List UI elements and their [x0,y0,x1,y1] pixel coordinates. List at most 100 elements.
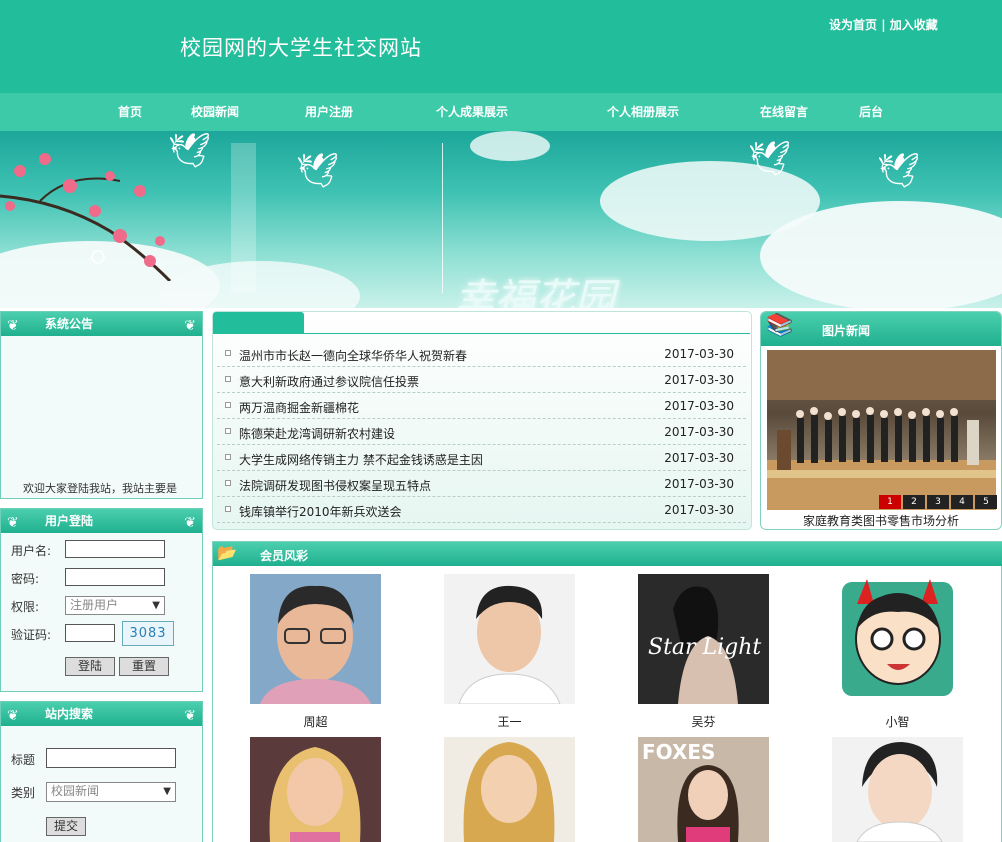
search-header: ❦ 站内搜索 ❦ [1,702,202,726]
news-title[interactable]: 两万温商掘金新疆棉花 [239,399,359,416]
top-links-separator: | [881,18,886,32]
nav-item-register[interactable]: 用户注册 [305,103,353,120]
member-photo[interactable]: FOXES [638,737,769,842]
member-photo[interactable] [444,574,575,704]
role-select[interactable]: 注册用户 ▼ [65,596,165,615]
news-row[interactable]: 温州市市长赵一德向全球华侨华人祝贺新春 2017-03-30 [217,341,746,367]
ornament-icon: ❦ [184,318,196,334]
username-input[interactable] [65,540,165,558]
slide-page-1[interactable]: 1 [879,495,901,509]
dropdown-arrow-icon: ▼ [152,600,160,611]
category-selected-value: 校园新闻 [51,784,100,798]
member-photo[interactable] [250,737,381,842]
captcha-input[interactable] [65,624,115,642]
news-row[interactable]: 陈德荣赴龙湾调研新农村建设 2017-03-30 [217,419,746,445]
picture-news-photo[interactable] [767,350,996,510]
search-title-input[interactable] [46,748,176,768]
news-row[interactable]: 大学生成网络传销主力 禁不起金钱诱惑是主因 2017-03-30 [217,445,746,471]
stage-group-photo [767,350,996,510]
announcement-panel: ❦ 系统公告 ❦ 欢迎大家登陆我站，我站主要是 [0,311,203,499]
news-tab-divider [213,333,750,334]
dove-icon: 🕊 [168,131,212,171]
bullet-icon [225,480,231,486]
members-title: 会员风彩 [260,549,309,563]
news-tab[interactable] [213,312,304,334]
login-button[interactable]: 登陆 [65,657,115,676]
password-input[interactable] [65,568,165,586]
announcement-title: 系统公告 [45,317,94,331]
news-date: 2017-03-30 [664,399,734,413]
header [0,0,1002,93]
member-photo[interactable] [832,574,963,704]
ornament-icon: ❦ [7,708,19,724]
nav-item-admin[interactable]: 后台 [859,103,883,120]
picture-news-caption[interactable]: 家庭教育类图书零售市场分析 [760,512,1002,529]
search-submit-button[interactable]: 提交 [46,817,86,836]
role-label: 权限: [11,600,40,614]
slide-page-3[interactable]: 3 [927,495,949,509]
member-photo[interactable] [832,737,963,842]
login-title: 用户登陆 [45,514,94,528]
nav-item-home[interactable]: 首页 [118,103,142,120]
bullet-icon [225,402,231,408]
add-favorite-link[interactable]: 加入收藏 [890,18,938,32]
news-title[interactable]: 陈德荣赴龙湾调研新农村建设 [239,425,395,442]
member-name[interactable]: 王一 [444,713,575,730]
captcha-label: 验证码: [11,628,52,642]
ornament-icon: ❦ [184,708,196,724]
nav-item-achievements[interactable]: 个人成果展示 [436,103,508,120]
news-date: 2017-03-30 [664,425,734,439]
member-name[interactable]: 小智 [832,713,963,730]
site-title: 校园网的大学生社交网站 [180,36,422,60]
announcement-header: ❦ 系统公告 ❦ [1,312,202,336]
main-nav: 首页 校园新闻 用户注册 个人成果展示 个人相册展示 在线留言 后台 [0,93,1002,131]
password-label: 密码: [11,572,40,586]
slide-page-5[interactable]: 5 [975,495,997,509]
banner-text: 幸福花园 [455,276,615,308]
dove-icon: 🕊 [877,151,921,191]
member-photo-text: Star Light [648,635,761,660]
bullet-icon [225,454,231,460]
news-title[interactable]: 温州市市长赵一德向全球华侨华人祝贺新春 [239,347,467,364]
search-title-label: 标题 [11,753,36,767]
reset-button[interactable]: 重置 [119,657,169,676]
news-date: 2017-03-30 [664,503,734,517]
news-row[interactable]: 法院调研发现图书侵权案呈现五特点 2017-03-30 [217,471,746,497]
member-name[interactable]: 吴芬 [638,713,769,730]
news-date: 2017-03-30 [664,373,734,387]
member-photo[interactable]: Star Light [638,574,769,704]
slide-page-2[interactable]: 2 [903,495,925,509]
news-title[interactable]: 大学生成网络传销主力 禁不起金钱诱惑是主因 [239,451,483,468]
member-photo-text: FOXES [642,740,715,764]
news-title[interactable]: 意大利新政府通过参议院信任投票 [239,373,419,390]
search-title: 站内搜索 [45,707,94,721]
news-title[interactable]: 钱库镇举行2010年新兵欢送会 [239,503,402,520]
set-home-link[interactable]: 设为首页 [829,18,877,32]
username-label: 用户名: [11,544,52,558]
member-photo[interactable] [444,737,575,842]
members-header [213,542,1002,566]
banner: 🕊 🕊 🕊 🕊 幸福花园 [0,131,1002,308]
bullet-icon [225,506,231,512]
news-row[interactable]: 两万温商掘金新疆棉花 2017-03-30 [217,393,746,419]
nav-item-campus-news[interactable]: 校园新闻 [191,103,239,120]
bullet-icon [225,376,231,382]
nav-item-albums[interactable]: 个人相册展示 [607,103,679,120]
news-row[interactable]: 钱库镇举行2010年新兵欢送会 2017-03-30 [217,497,746,523]
slide-page-4[interactable]: 4 [951,495,973,509]
news-row[interactable]: 意大利新政府通过参议院信任投票 2017-03-30 [217,367,746,393]
ornament-icon: ❦ [7,515,19,531]
role-selected-value: 注册用户 [70,598,119,612]
news-title[interactable]: 法院调研发现图书侵权案呈现五特点 [239,477,431,494]
search-category-select[interactable]: 校园新闻 ▼ [46,782,176,802]
blossom-branch-image [0,153,172,281]
picture-news-title: 图片新闻 [822,324,871,338]
captcha-image[interactable]: 3083 [122,621,174,646]
bullet-icon [225,350,231,356]
member-name[interactable]: 周超 [250,713,381,730]
news-date: 2017-03-30 [664,451,734,465]
picture-news-header [761,312,1001,346]
nav-item-guestbook[interactable]: 在线留言 [760,103,808,120]
member-photo[interactable] [250,574,381,704]
news-date: 2017-03-30 [664,477,734,491]
